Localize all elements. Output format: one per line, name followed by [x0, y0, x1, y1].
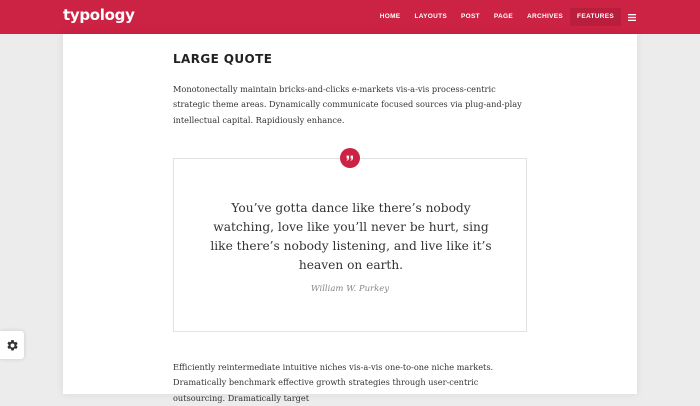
quote-icon: [340, 148, 360, 168]
intro-paragraph: Monotonectally maintain bricks-and-click…: [173, 84, 522, 125]
section-title: LARGE QUOTE: [173, 52, 273, 66]
hamburger-icon-svg: [628, 13, 636, 21]
large-quote-block: You’ve gotta dance like there’s nobody w…: [173, 148, 527, 332]
settings-button[interactable]: [0, 331, 24, 359]
nav-item-features[interactable]: FEATURES: [570, 8, 621, 26]
outro-paragraph: Efficiently reintermediate intuitive nic…: [173, 362, 494, 403]
nav-item-page[interactable]: PAGE: [487, 8, 520, 26]
nav-item-home[interactable]: HOME: [373, 8, 408, 26]
nav-item-layouts[interactable]: LAYOUTS: [407, 8, 454, 26]
hamburger-icon[interactable]: [623, 8, 641, 26]
quote-text: You’ve gotta dance like there’s nobody w…: [210, 201, 492, 272]
main-nav: HOME LAYOUTS POST PAGE ARCHIVES FEATURES: [373, 8, 641, 26]
gear-icon: [6, 339, 18, 350]
nav-item-archives[interactable]: ARCHIVES: [520, 8, 570, 26]
article-content: LARGE QUOTE Monotonectally maintain bric…: [63, 34, 637, 403]
top-navigation-bar: typology HOME LAYOUTS POST PAGE ARCHIVES…: [0, 0, 700, 34]
quote-icon-svg: [346, 155, 353, 161]
quote-author: William W. Purkey: [310, 284, 390, 294]
nav-item-post[interactable]: POST: [454, 8, 487, 26]
site-logo[interactable]: typology: [63, 6, 135, 24]
